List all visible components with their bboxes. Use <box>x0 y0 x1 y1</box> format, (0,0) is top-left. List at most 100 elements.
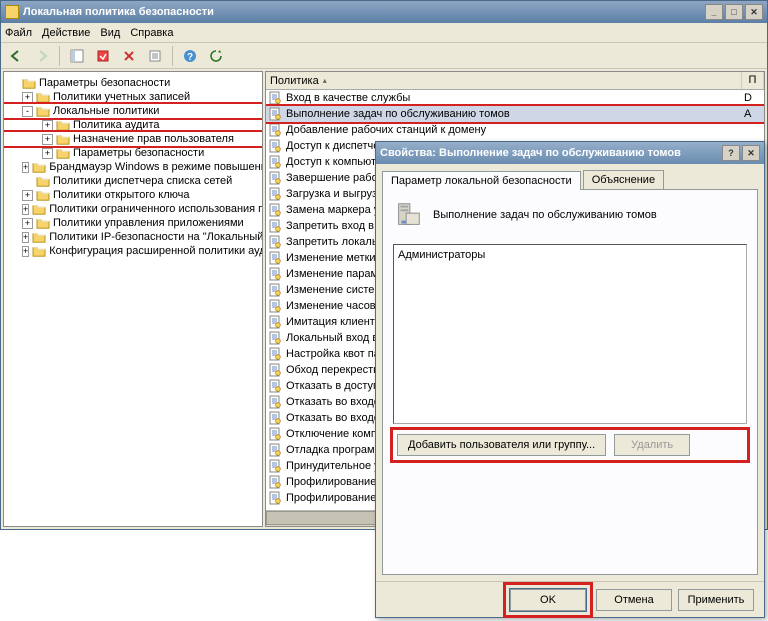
tree-item[interactable]: +Политики ограниченного использования пр… <box>4 202 262 216</box>
policy-doc-icon <box>268 139 282 153</box>
list-item[interactable]: Администраторы <box>398 249 742 261</box>
close-button[interactable]: ✕ <box>745 4 763 20</box>
tree-item[interactable]: +Политики учетных записей <box>4 90 262 104</box>
refresh-button[interactable] <box>205 45 227 67</box>
minimize-button[interactable]: _ <box>705 4 723 20</box>
tree-item[interactable]: +Политики открытого ключа <box>4 188 262 202</box>
tabstrip: Параметр локальной безопасности Объяснен… <box>382 170 758 189</box>
tree-item[interactable]: + Параметры безопасности <box>4 146 262 160</box>
expander-icon[interactable]: + <box>42 134 53 145</box>
menu-file[interactable]: Файл <box>5 27 32 39</box>
tree-item[interactable]: + Конфигурация расширенной политики аудит… <box>4 244 262 258</box>
dialog-titlebar[interactable]: Свойства: Выполнение задач по обслуживан… <box>376 142 764 164</box>
tree-item[interactable]: +Политики управления приложениями <box>4 216 262 230</box>
policy-doc-icon <box>268 315 282 329</box>
folder-icon <box>36 175 50 187</box>
col-header-security[interactable]: П <box>742 72 764 89</box>
expander-icon[interactable]: + <box>22 246 29 257</box>
dialog-footer: OK Отмена Применить <box>376 581 764 617</box>
policy-doc-icon <box>268 171 282 185</box>
help-button[interactable]: ? <box>179 45 201 67</box>
policy-doc-icon <box>268 443 282 457</box>
list-header: Политика▴ П <box>266 72 764 90</box>
folder-icon <box>32 161 46 173</box>
ok-button[interactable]: OK <box>510 589 586 611</box>
policy-doc-icon <box>268 203 282 217</box>
menu-view[interactable]: Вид <box>100 27 120 39</box>
tree-item[interactable]: +Брандмауэр Windows в режиме повышенной … <box>4 160 262 174</box>
expander-icon[interactable]: - <box>22 106 33 117</box>
tree-item[interactable]: -Локальные политики <box>4 104 262 118</box>
folder-icon <box>56 119 70 131</box>
list-row[interactable]: Добавление рабочих станций к домену <box>266 122 764 138</box>
policy-doc-icon <box>268 395 282 409</box>
properties-button[interactable] <box>144 45 166 67</box>
tree-item-label: Параметры безопасности <box>73 147 204 159</box>
policy-doc-icon <box>268 379 282 393</box>
dialog-close-button[interactable]: ✕ <box>742 145 760 161</box>
policy-doc-icon <box>268 299 282 313</box>
properties-dialog: Свойства: Выполнение задач по обслуживан… <box>375 141 765 618</box>
expander-icon[interactable]: + <box>42 120 53 131</box>
policy-doc-icon <box>268 251 282 265</box>
cancel-button[interactable]: Отмена <box>596 589 672 611</box>
tree-item-label: Назначение прав пользователя <box>73 133 234 145</box>
tree-item[interactable]: + Назначение прав пользователя <box>4 132 262 146</box>
apply-button[interactable]: Применить <box>678 589 754 611</box>
policy-doc-icon <box>268 219 282 233</box>
delete-button[interactable] <box>118 45 140 67</box>
back-button[interactable] <box>5 45 27 67</box>
scrollbar-thumb[interactable] <box>266 511 376 525</box>
expander-icon[interactable]: + <box>22 218 33 229</box>
policy-doc-icon <box>268 283 282 297</box>
expander-icon[interactable]: + <box>22 232 29 243</box>
tree-item[interactable]: +Политики IP-безопасности на "Локальный … <box>4 230 262 244</box>
tree-pane: Параметры безопасности +Политики учетных… <box>3 71 263 527</box>
add-user-or-group-button[interactable]: Добавить пользователя или группу... <box>397 434 606 456</box>
col-header-policy[interactable]: Политика▴ <box>266 72 742 89</box>
folder-icon <box>36 189 50 201</box>
menu-help[interactable]: Справка <box>130 27 173 39</box>
remove-button[interactable]: Удалить <box>614 434 690 456</box>
list-row[interactable]: Выполнение задач по обслуживанию томовА <box>266 106 764 122</box>
folder-icon <box>36 91 50 103</box>
menubar: Файл Действие Вид Справка <box>1 23 767 43</box>
tree-item-label: Политики диспетчера списка сетей <box>53 175 232 187</box>
expander-icon[interactable]: + <box>22 162 29 173</box>
main-titlebar[interactable]: Локальная политика безопасности _ □ ✕ <box>1 1 767 23</box>
tab-local-security[interactable]: Параметр локальной безопасности <box>382 171 581 190</box>
cell-policy: Добавление рабочих станций к домену <box>286 124 744 136</box>
tab-panel: Выполнение задач по обслуживанию томов А… <box>382 189 758 575</box>
tree-item[interactable]: Политики диспетчера списка сетей <box>4 174 262 188</box>
dialog-help-button[interactable]: ? <box>722 145 740 161</box>
list-row[interactable]: Вход в качестве службыD <box>266 90 764 106</box>
policy-name: Выполнение задач по обслуживанию томов <box>433 209 657 221</box>
policy-doc-icon <box>268 347 282 361</box>
maximize-button[interactable]: □ <box>725 4 743 20</box>
forward-button[interactable] <box>31 45 53 67</box>
policy-doc-icon <box>268 91 282 105</box>
tree-item-label: Конфигурация расширенной политики аудита <box>49 245 263 257</box>
members-list[interactable]: Администраторы <box>393 244 747 424</box>
expander-icon[interactable]: + <box>22 190 33 201</box>
cell-policy: Выполнение задач по обслуживанию томов <box>286 108 744 120</box>
show-tree-button[interactable] <box>66 45 88 67</box>
menu-action[interactable]: Действие <box>42 27 90 39</box>
policy-doc-icon <box>268 331 282 345</box>
tree-item-label: Политика аудита <box>73 119 159 131</box>
expander-icon[interactable]: + <box>22 92 33 103</box>
tab-explain[interactable]: Объяснение <box>583 170 664 189</box>
folder-icon <box>56 147 70 159</box>
cell-policy: Вход в качестве службы <box>286 92 744 104</box>
tree-root[interactable]: Параметры безопасности <box>4 76 262 90</box>
policy-doc-icon <box>268 363 282 377</box>
policy-doc-icon <box>268 107 282 121</box>
expander-icon[interactable]: + <box>42 148 53 159</box>
policy-doc-icon <box>268 411 282 425</box>
policy-doc-icon <box>268 459 282 473</box>
export-button[interactable] <box>92 45 114 67</box>
tree-item[interactable]: + Политика аудита <box>4 118 262 132</box>
expander-icon[interactable]: + <box>22 204 29 215</box>
folder-icon <box>36 217 50 229</box>
dialog-title: Свойства: Выполнение задач по обслуживан… <box>380 147 722 159</box>
